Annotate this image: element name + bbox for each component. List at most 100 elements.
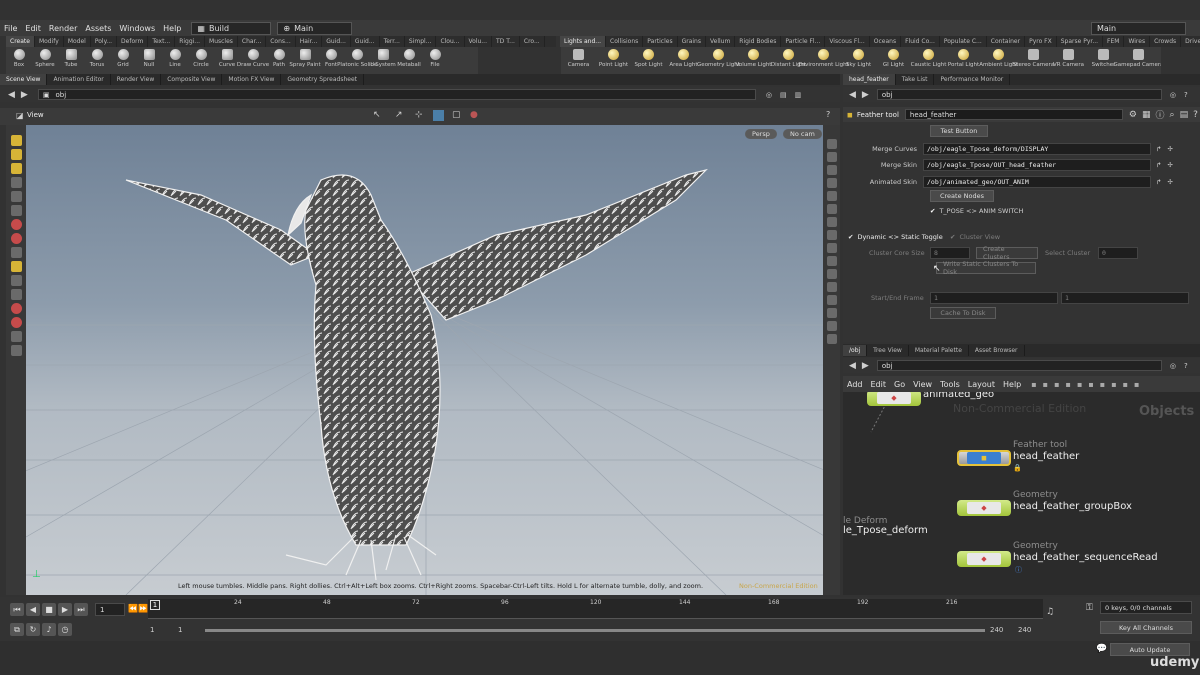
- shelf-tab[interactable]: Simpl...: [405, 36, 437, 47]
- shelf-tool[interactable]: Torus: [84, 47, 110, 68]
- network-menu-item[interactable]: Go: [890, 380, 909, 389]
- range-slider[interactable]: [205, 629, 985, 632]
- right-top-path-field[interactable]: obj: [876, 89, 1162, 100]
- grid-icon[interactable]: ▪: [1054, 380, 1059, 389]
- shelf-light-tool[interactable]: Environment Light: [798, 47, 849, 68]
- menu-edit[interactable]: Edit: [21, 24, 45, 33]
- range-start2[interactable]: 1: [178, 626, 182, 634]
- ghost-icon[interactable]: [826, 230, 837, 240]
- animated-skin-field[interactable]: /obj/animated_geo/OUT_ANIM: [923, 176, 1151, 188]
- shelf-tab[interactable]: Muscles: [205, 36, 238, 47]
- shelf-light-tool[interactable]: Caustic Light: [911, 47, 946, 68]
- shelf-tab[interactable]: Clou...: [436, 36, 465, 47]
- shelf-light-tool[interactable]: Camera: [561, 47, 596, 68]
- last-frame-button[interactable]: ⏭: [74, 603, 88, 616]
- search-icon[interactable]: ⌕: [1170, 110, 1175, 120]
- right-top-tab[interactable]: Take List: [896, 74, 935, 85]
- forward-icon[interactable]: ▶: [862, 361, 869, 371]
- shelf-light-tool[interactable]: VR Camera: [1051, 47, 1086, 68]
- zoom-icon[interactable]: ▪: [1134, 380, 1139, 389]
- shelf-tab[interactable]: Cons...: [266, 36, 296, 47]
- shelf-tab[interactable]: Lights and...: [560, 36, 607, 47]
- node-head-feather[interactable]: ◼: [957, 450, 1011, 466]
- pick-icon[interactable]: ✢: [1167, 145, 1172, 153]
- shading-icon[interactable]: ▢: [452, 110, 461, 120]
- shelf-tab[interactable]: FEM: [1103, 36, 1125, 47]
- shelf-tool[interactable]: Sphere: [32, 47, 58, 68]
- render-region-icon[interactable]: [826, 334, 837, 344]
- create-clusters-button[interactable]: Create Clusters: [976, 245, 1038, 261]
- shelf-light-tool[interactable]: Portal Light: [946, 47, 981, 68]
- flipbook-icon[interactable]: [826, 321, 837, 331]
- range-end2[interactable]: 240: [1018, 626, 1031, 634]
- shelf-tool[interactable]: Line: [162, 47, 188, 68]
- help-icon[interactable]: ?: [1184, 91, 1188, 99]
- shelf-light-tool[interactable]: Area Light: [666, 47, 701, 68]
- audio-toggle-icon[interactable]: ♪: [42, 623, 56, 636]
- shelf-tab[interactable]: Drive Sim...: [1181, 36, 1200, 47]
- network-editor[interactable]: Non-Commercial Edition Objects ◆ animate…: [843, 392, 1200, 595]
- shelf-tab[interactable]: Modify: [35, 36, 64, 47]
- bg-icon[interactable]: [826, 256, 837, 266]
- end-frame-field[interactable]: 1: [1061, 292, 1189, 304]
- shelf-tool[interactable]: Box: [6, 47, 32, 68]
- shelf-light-tool[interactable]: Gamepad Camera: [1113, 47, 1161, 68]
- left-pane-tab[interactable]: Motion FX View: [222, 74, 282, 85]
- gear-icon[interactable]: ⚙: [1129, 110, 1137, 120]
- shelf-light-tool[interactable]: Point Light: [596, 47, 631, 68]
- menu-file[interactable]: File: [0, 24, 21, 33]
- test-button[interactable]: Test Button: [930, 125, 988, 137]
- shelf-light-tool[interactable]: Spot Light: [631, 47, 666, 68]
- move-tool-icon[interactable]: [10, 149, 22, 160]
- shelf-tab[interactable]: Poly...: [91, 36, 118, 47]
- snap-icon[interactable]: ⊹: [415, 110, 423, 120]
- shelf-tool[interactable]: Path: [266, 47, 292, 68]
- help-icon[interactable]: ?: [1193, 110, 1198, 120]
- shelf-tab[interactable]: Model: [64, 36, 91, 47]
- forward-icon[interactable]: ▶: [862, 90, 869, 100]
- pin-icon[interactable]: ◎: [766, 91, 772, 99]
- playhead[interactable]: 1: [150, 600, 160, 610]
- dot-icon[interactable]: ▪: [1111, 380, 1116, 389]
- help-icon[interactable]: ?: [1184, 362, 1188, 370]
- shelf-tab[interactable]: Grains: [678, 36, 706, 47]
- shelf-tab[interactable]: Cro...: [520, 36, 545, 47]
- tree-icon[interactable]: ▪: [1066, 380, 1071, 389]
- select-cluster-field[interactable]: 0: [1098, 247, 1138, 259]
- range-start[interactable]: 1: [150, 626, 154, 634]
- shelf-light-tool[interactable]: Ambient Light: [979, 47, 1018, 68]
- shelf-tool[interactable]: Metaball: [396, 47, 422, 68]
- left-pane-tab[interactable]: Scene View: [0, 74, 48, 85]
- info-icon[interactable]: ⓘ: [1156, 108, 1165, 121]
- palette-icon[interactable]: ▪: [1100, 380, 1105, 389]
- shelf-tab[interactable]: Particle Fl...: [781, 36, 826, 47]
- network-menu-item[interactable]: Layout: [964, 380, 999, 389]
- shelf-light-tool[interactable]: Sky Light: [841, 47, 876, 68]
- normals-icon[interactable]: [826, 191, 837, 201]
- jump-icon[interactable]: ↱: [1156, 161, 1161, 169]
- pin-icon[interactable]: ◎: [1170, 91, 1176, 99]
- back-icon[interactable]: ◀: [849, 361, 856, 371]
- shelf-tab[interactable]: Container: [987, 36, 1026, 47]
- search-icon[interactable]: ▪: [1123, 380, 1128, 389]
- guide-icon[interactable]: [826, 282, 837, 292]
- create-nodes-button[interactable]: Create Nodes: [930, 190, 994, 202]
- key-all-channels-button[interactable]: Key All Channels: [1100, 621, 1192, 634]
- shelf-tool[interactable]: Circle: [188, 47, 214, 68]
- node-head-feather-sequenceread[interactable]: ◆: [957, 551, 1011, 567]
- select-tool-icon[interactable]: [10, 135, 22, 146]
- shelf-tab[interactable]: Terr...: [380, 36, 405, 47]
- shelf-tab[interactable]: Viscous Fl...: [825, 36, 870, 47]
- shelf-tab[interactable]: Collisions: [606, 36, 644, 47]
- loop-icon[interactable]: ↻: [26, 623, 40, 636]
- persp-menu[interactable]: Persp: [745, 129, 777, 139]
- shelf-tool[interactable]: Platonic Solids: [337, 47, 377, 68]
- zoom-tool-icon[interactable]: [10, 289, 22, 300]
- shelf-tab[interactable]: Vellum: [706, 36, 736, 47]
- current-frame-field[interactable]: 1: [95, 603, 125, 616]
- first-frame-button[interactable]: ⏮: [10, 603, 24, 616]
- doc-icon[interactable]: ▤: [1180, 110, 1189, 120]
- chat-icon[interactable]: 💬: [1096, 644, 1107, 654]
- play-button[interactable]: ▶: [58, 603, 72, 616]
- tpose-switch-toggle[interactable]: ✔ T_POSE <> ANIM SWITCH: [930, 207, 1023, 215]
